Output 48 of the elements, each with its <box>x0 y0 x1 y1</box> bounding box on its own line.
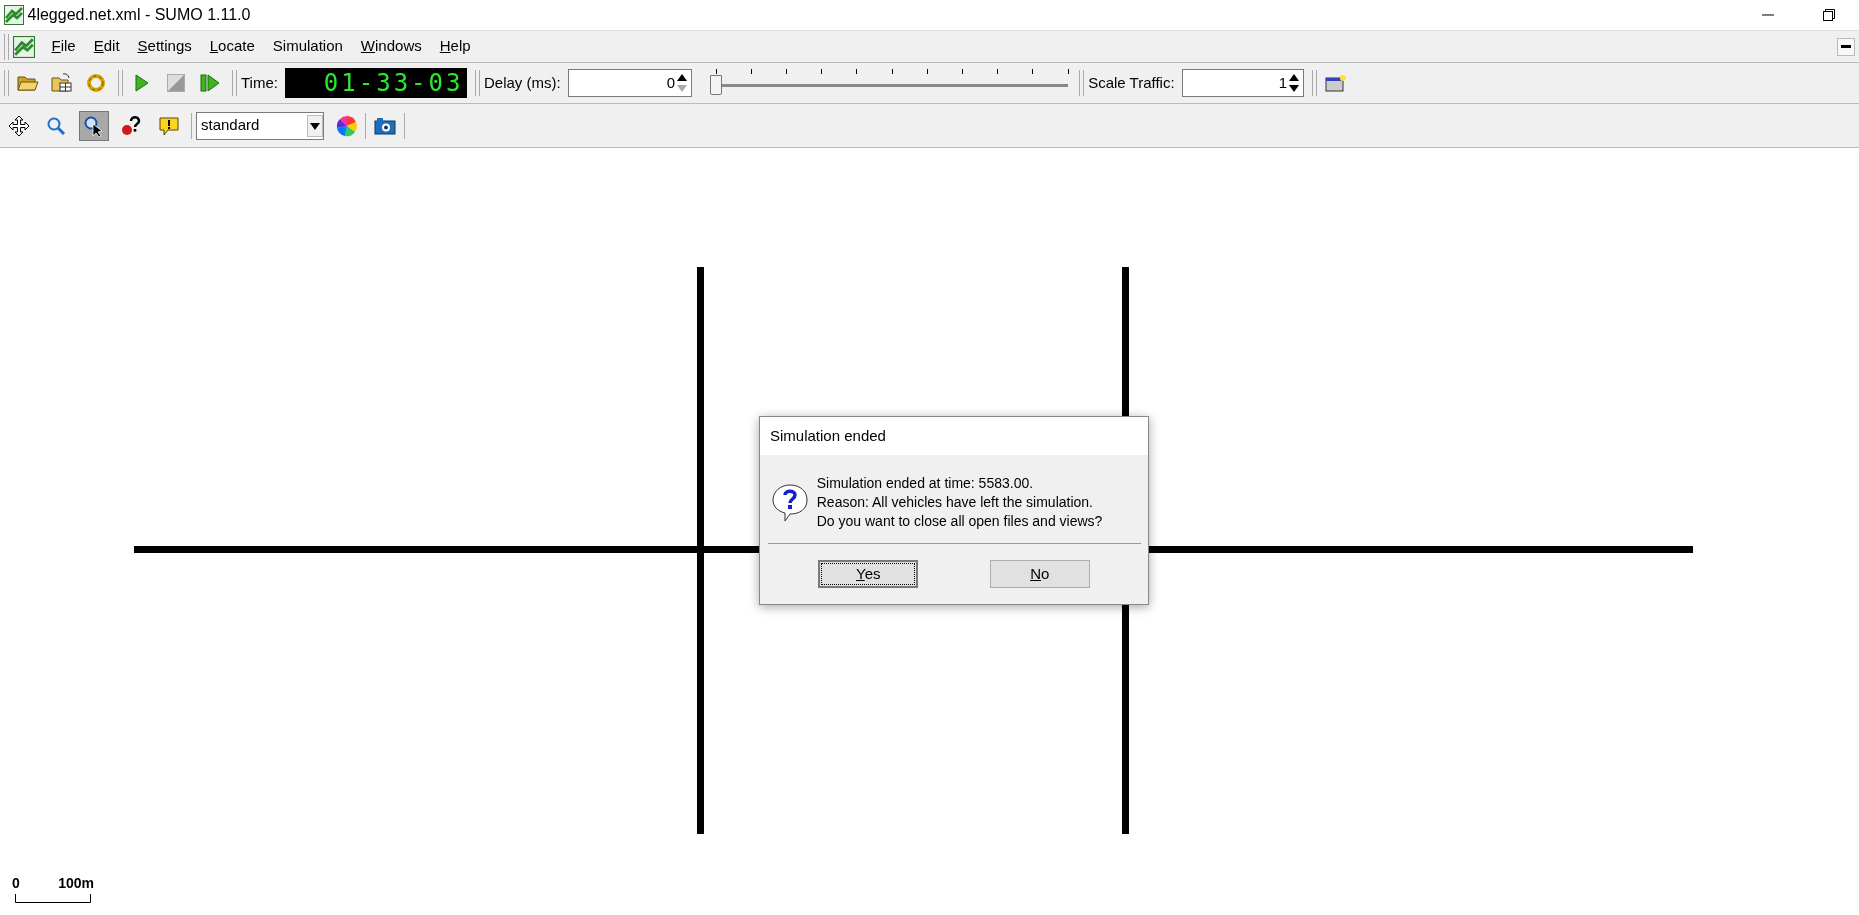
warning-bubble-icon <box>157 114 180 137</box>
slider-thumb[interactable] <box>709 75 722 95</box>
color-wheel-icon <box>335 114 358 137</box>
child-minimize-button[interactable] <box>1837 37 1856 56</box>
locate-button[interactable] <box>78 110 109 141</box>
app-icon <box>13 35 35 58</box>
move-arrows-icon <box>7 114 30 137</box>
reload-icon <box>85 73 106 93</box>
cursor-icon <box>82 114 105 137</box>
menu-item[interactable]: Locate <box>200 35 264 58</box>
scale-traffic-label: Scale Traffic: <box>1088 72 1175 93</box>
question-mark-icon <box>120 114 143 137</box>
scale-bar-icon <box>15 894 91 903</box>
scale-start-label: 0 <box>12 874 20 893</box>
dialog-title: Simulation ended <box>760 417 1148 455</box>
scale-end-label: 100m <box>58 874 94 893</box>
delay-label: Delay (ms): <box>483 72 561 93</box>
caret-icon <box>307 114 323 137</box>
restore-icon <box>1822 9 1835 21</box>
dialog-message: Simulation ended at time: 5583.00. <box>816 474 1035 494</box>
folder-icon <box>17 74 39 92</box>
dialog-button[interactable]: Yes <box>818 560 919 588</box>
dialog-button[interactable]: No <box>989 560 1090 588</box>
folder-grid-icon <box>50 73 73 93</box>
minimize-icon <box>1841 45 1852 48</box>
window-icon <box>1324 74 1347 92</box>
search-icon <box>46 115 67 136</box>
dialog-message: Reason: All vehicles have left the simulation. <box>816 493 1094 513</box>
question-icon <box>771 482 810 523</box>
menu-item[interactable]: Simulation <box>263 35 352 58</box>
menu-item[interactable]: Help <box>430 35 480 58</box>
app-icon <box>3 5 24 25</box>
scale-traffic-field[interactable]: 1 <box>1182 69 1305 97</box>
menu-item[interactable]: Settings <box>128 35 201 58</box>
window-title: 4legged.net.xml - SUMO 1.11.0 <box>27 5 251 25</box>
time-display: 01-33-03 <box>285 68 468 98</box>
menu-item[interactable]: Windows <box>351 35 431 58</box>
camera-icon <box>374 116 397 135</box>
menu-item[interactable]: File <box>42 35 85 58</box>
dialog-message: Do you want to close all open files and views? <box>816 512 1103 532</box>
stop-icon <box>166 74 185 92</box>
time-label: Time: <box>241 72 278 93</box>
minimize-icon <box>1761 14 1774 16</box>
scheme-dropdown[interactable]: standard <box>196 111 324 140</box>
step-icon <box>199 74 220 92</box>
play-icon <box>135 74 149 92</box>
menu-item[interactable]: Edit <box>84 35 129 58</box>
delay-field[interactable]: 0 <box>568 69 693 97</box>
